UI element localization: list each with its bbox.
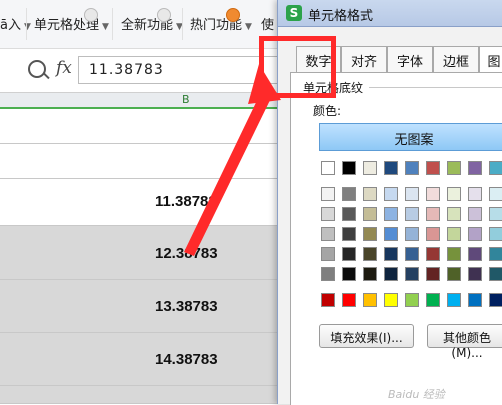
color-swatch[interactable]: [489, 207, 502, 221]
highlight-box: [259, 36, 336, 98]
fill-effects-button[interactable]: 填充效果(I)...: [319, 324, 414, 348]
toolbar-use-menu[interactable]: 使: [261, 14, 274, 33]
color-swatch[interactable]: [405, 187, 419, 201]
color-swatch[interactable]: [321, 227, 335, 241]
color-swatch[interactable]: [363, 161, 377, 175]
color-swatch[interactable]: [489, 267, 502, 281]
zoom-icon[interactable]: [28, 60, 46, 78]
cell-value[interactable]: 13.38783: [155, 298, 218, 315]
toolbar-new-features-menu[interactable]: 全新功能 ▼: [121, 8, 183, 33]
cell-value[interactable]: 11.38783: [155, 193, 217, 210]
color-swatch[interactable]: [426, 267, 440, 281]
color-swatch[interactable]: [321, 207, 335, 221]
color-swatch[interactable]: [363, 207, 377, 221]
toolbar-cell-processing-menu[interactable]: 单元格处理 ▼: [34, 8, 109, 33]
more-colors-button[interactable]: 其他颜色(M)...: [427, 324, 502, 360]
color-swatch[interactable]: [468, 267, 482, 281]
baidu-watermark: Baidu 经验: [388, 388, 445, 401]
color-swatch[interactable]: [405, 161, 419, 175]
color-swatch[interactable]: [342, 187, 356, 201]
tab-font[interactable]: 字体: [387, 46, 433, 72]
patterns-panel: 单元格底纹 颜色: 无图案 填充效果(I)... 其他颜色(M)...: [290, 72, 502, 405]
color-swatch[interactable]: [468, 227, 482, 241]
color-swatch[interactable]: [363, 267, 377, 281]
color-swatch[interactable]: [321, 267, 335, 281]
tab-border[interactable]: 边框: [433, 46, 479, 72]
color-swatch[interactable]: [447, 227, 461, 241]
color-swatch[interactable]: [447, 161, 461, 175]
toolbar-separator: [26, 8, 27, 40]
color-swatch[interactable]: [426, 207, 440, 221]
color-swatch[interactable]: [447, 187, 461, 201]
cell-value[interactable]: 12.38783: [155, 245, 218, 262]
color-swatch[interactable]: [447, 247, 461, 261]
color-swatch[interactable]: [489, 247, 502, 261]
color-swatch[interactable]: [489, 293, 502, 307]
new-features-icon: [157, 8, 171, 22]
color-swatch[interactable]: [489, 161, 502, 175]
color-swatch[interactable]: [426, 293, 440, 307]
color-swatch[interactable]: [342, 267, 356, 281]
toolbar-hot-features-menu[interactable]: 热门功能 ▼: [190, 8, 252, 33]
color-swatch[interactable]: [468, 293, 482, 307]
color-swatch[interactable]: [342, 161, 356, 175]
dialog-title: 单元格格式: [308, 9, 374, 24]
color-swatch[interactable]: [363, 227, 377, 241]
toolbar-separator: [182, 8, 183, 40]
color-swatch[interactable]: [384, 161, 398, 175]
color-swatch[interactable]: [384, 207, 398, 221]
color-swatch[interactable]: [363, 293, 377, 307]
color-swatch[interactable]: [321, 161, 335, 175]
color-swatch[interactable]: [342, 247, 356, 261]
color-swatch[interactable]: [426, 161, 440, 175]
color-swatch[interactable]: [384, 247, 398, 261]
color-swatch[interactable]: [426, 247, 440, 261]
cell-value[interactable]: 14.38783: [155, 351, 218, 368]
color-swatch[interactable]: [468, 161, 482, 175]
color-swatch[interactable]: [321, 187, 335, 201]
color-swatch[interactable]: [384, 267, 398, 281]
color-swatch[interactable]: [468, 247, 482, 261]
tab-alignment[interactable]: 对齐: [341, 46, 387, 72]
cell-processing-icon: [84, 8, 98, 22]
color-swatch[interactable]: [342, 293, 356, 307]
tab-patterns[interactable]: 图: [479, 46, 502, 72]
dialog-titlebar[interactable]: S 单元格格式: [278, 0, 502, 27]
color-swatch[interactable]: [426, 187, 440, 201]
color-swatch[interactable]: [342, 207, 356, 221]
color-swatch[interactable]: [405, 247, 419, 261]
wps-logo-icon: S: [286, 5, 302, 21]
color-swatch[interactable]: [405, 227, 419, 241]
color-swatch[interactable]: [447, 207, 461, 221]
color-swatch[interactable]: [405, 267, 419, 281]
color-swatch[interactable]: [384, 227, 398, 241]
color-label: 颜色:: [313, 104, 342, 118]
color-swatch[interactable]: [489, 187, 502, 201]
color-swatch[interactable]: [405, 293, 419, 307]
color-swatch[interactable]: [363, 187, 377, 201]
color-swatch[interactable]: [405, 207, 419, 221]
color-swatch[interactable]: [468, 187, 482, 201]
color-swatch[interactable]: [489, 227, 502, 241]
no-pattern-button[interactable]: 无图案: [319, 123, 502, 151]
column-header-b[interactable]: B: [182, 93, 190, 106]
color-swatch[interactable]: [321, 247, 335, 261]
color-swatch[interactable]: [384, 293, 398, 307]
section-divider: [369, 87, 502, 88]
color-swatch[interactable]: [468, 207, 482, 221]
color-swatch[interactable]: [447, 293, 461, 307]
color-swatch[interactable]: [426, 227, 440, 241]
color-swatch[interactable]: [447, 267, 461, 281]
color-swatch[interactable]: [321, 293, 335, 307]
color-swatch[interactable]: [342, 227, 356, 241]
color-swatch[interactable]: [384, 187, 398, 201]
fx-label[interactable]: fx: [56, 58, 72, 78]
color-swatch[interactable]: [363, 247, 377, 261]
toolbar-separator: [112, 8, 113, 40]
hot-features-icon: [226, 8, 240, 22]
